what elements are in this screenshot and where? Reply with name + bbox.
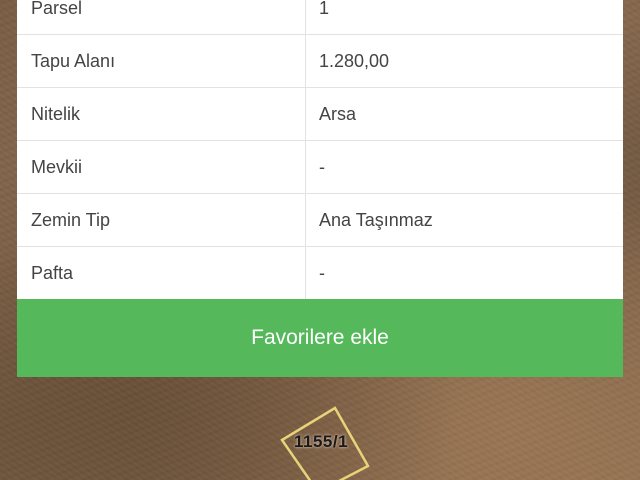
info-value: - (319, 156, 325, 177)
info-label: Tapu Alanı (17, 35, 306, 87)
info-row-nitelik: Nitelik Arsa (17, 88, 623, 141)
info-value: Ana Taşınmaz (319, 209, 433, 230)
info-row-pafta: Pafta - (17, 247, 623, 300)
info-value: - (319, 262, 325, 283)
info-value: 1 (319, 0, 330, 18)
info-row-parsel: Parsel 1 (17, 0, 623, 35)
info-label: Pafta (17, 247, 306, 299)
info-value: Arsa (319, 103, 357, 124)
info-label: Parsel (17, 0, 306, 34)
parcel-info-table: Parsel 1 Tapu Alanı 1.280,00 Nitelik Ars… (17, 0, 623, 300)
info-value: 1.280,00 (319, 50, 390, 71)
info-row-mevkii: Mevkii - (17, 141, 623, 194)
info-label: Zemin Tip (17, 194, 306, 246)
info-row-zemin-tip: Zemin Tip Ana Taşınmaz (17, 194, 623, 247)
info-label: Mevkii (17, 141, 306, 193)
parcel-map-label: 1155/1 (294, 432, 349, 451)
add-to-favorites-button[interactable]: Favorilere ekle (17, 299, 623, 377)
info-label: Nitelik (17, 88, 306, 140)
info-row-tapu-alani: Tapu Alanı 1.280,00 (17, 35, 623, 88)
